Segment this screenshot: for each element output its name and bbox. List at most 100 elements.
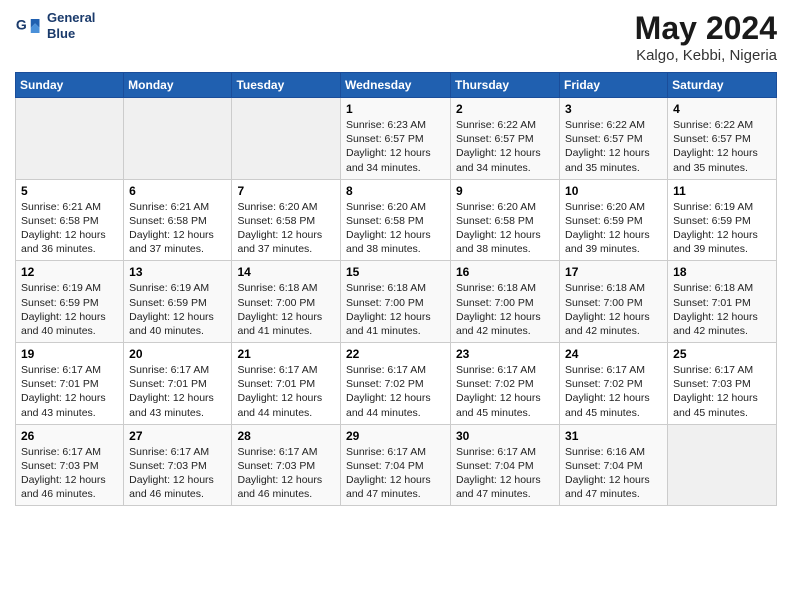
day-info: Sunrise: 6:17 AM Sunset: 7:01 PM Dayligh… bbox=[237, 363, 335, 420]
calendar-cell: 26 Sunrise: 6:17 AM Sunset: 7:03 PM Dayli… bbox=[16, 424, 124, 506]
day-number: 14 bbox=[237, 265, 335, 279]
calendar-cell: 23 Sunrise: 6:17 AM Sunset: 7:02 PM Dayli… bbox=[451, 343, 560, 425]
calendar-cell: 19Sunrise: 6:17 AM Sunset: 7:01 PM Dayli… bbox=[16, 343, 124, 425]
calendar-cell: 6 Sunrise: 6:21 AM Sunset: 6:58 PM Daylig… bbox=[124, 179, 232, 261]
calendar-week-3: 12 Sunrise: 6:19 AM Sunset: 6:59 PM Dayli… bbox=[16, 261, 777, 343]
day-number: 1 bbox=[346, 102, 445, 116]
day-number: 11 bbox=[673, 184, 771, 198]
calendar-cell: 2 Sunrise: 6:22 AM Sunset: 6:57 PM Daylig… bbox=[451, 98, 560, 180]
calendar-week-4: 19 Sunrise: 6:17 AM Sunset: 7:01 PM Dayli… bbox=[16, 343, 777, 425]
day-number: 3 bbox=[565, 102, 662, 116]
day-info: Sunrise: 6:17 AM Sunset: 7:02 PM Dayligh… bbox=[565, 363, 662, 420]
calendar-cell: 13 Sunrise: 6:19 AM Sunset: 6:59 PM Dayli… bbox=[124, 261, 232, 343]
calendar-cell: 18Sunrise: 6:18 AM Sunset: 7:01 PM Dayli… bbox=[668, 261, 777, 343]
location-title: Kalgo, Kebbi, Nigeria bbox=[635, 47, 777, 64]
day-number: 20 bbox=[129, 347, 226, 361]
day-info: Sunrise: 6:21 AM Sunset: 6:58 PM Dayligh… bbox=[129, 200, 226, 257]
calendar-cell: 9 Sunrise: 6:20 AM Sunset: 6:58 PM Daylig… bbox=[451, 179, 560, 261]
calendar-week-2: 5 Sunrise: 6:21 AM Sunset: 6:58 PM Daylig… bbox=[16, 179, 777, 261]
day-info: Sunrise: 6:19 AM Sunset: 6:59 PM Dayligh… bbox=[129, 281, 226, 338]
day-number: 7 bbox=[237, 184, 335, 198]
day-info: Sunrise: 6:17 AM Sunset: 7:03 PM Dayligh… bbox=[673, 363, 771, 420]
calendar-cell: 28 Sunrise: 6:17 AM Sunset: 7:03 PM Dayli… bbox=[232, 424, 341, 506]
day-info: Sunrise: 6:18 AM Sunset: 7:00 PM Dayligh… bbox=[456, 281, 554, 338]
calendar-cell: 12Sunrise: 6:19 AM Sunset: 6:59 PM Dayli… bbox=[16, 261, 124, 343]
calendar-cell: 14 Sunrise: 6:18 AM Sunset: 7:00 PM Dayli… bbox=[232, 261, 341, 343]
day-number: 9 bbox=[456, 184, 554, 198]
day-info: Sunrise: 6:17 AM Sunset: 7:02 PM Dayligh… bbox=[346, 363, 445, 420]
calendar-table: SundayMondayTuesdayWednesdayThursdayFrid… bbox=[15, 72, 777, 506]
calendar-cell: 21 Sunrise: 6:17 AM Sunset: 7:01 PM Dayli… bbox=[232, 343, 341, 425]
day-number: 29 bbox=[346, 429, 445, 443]
calendar-cell: 31 Sunrise: 6:16 AM Sunset: 7:04 PM Dayli… bbox=[560, 424, 668, 506]
day-number: 4 bbox=[673, 102, 771, 116]
weekday-header-tuesday: Tuesday bbox=[232, 73, 341, 98]
calendar-cell bbox=[232, 98, 341, 180]
calendar-cell: 22Sunrise: 6:17 AM Sunset: 7:02 PM Dayli… bbox=[341, 343, 451, 425]
calendar-cell: 16 Sunrise: 6:18 AM Sunset: 7:00 PM Dayli… bbox=[451, 261, 560, 343]
day-number: 21 bbox=[237, 347, 335, 361]
weekday-header-row: SundayMondayTuesdayWednesdayThursdayFrid… bbox=[16, 73, 777, 98]
day-info: Sunrise: 6:17 AM Sunset: 7:02 PM Dayligh… bbox=[456, 363, 554, 420]
day-number: 19 bbox=[21, 347, 118, 361]
day-number: 10 bbox=[565, 184, 662, 198]
day-info: Sunrise: 6:17 AM Sunset: 7:04 PM Dayligh… bbox=[456, 445, 554, 502]
day-number: 31 bbox=[565, 429, 662, 443]
day-number: 26 bbox=[21, 429, 118, 443]
title-block: May 2024 Kalgo, Kebbi, Nigeria bbox=[635, 10, 777, 64]
day-info: Sunrise: 6:18 AM Sunset: 7:00 PM Dayligh… bbox=[346, 281, 445, 338]
calendar-cell bbox=[668, 424, 777, 506]
day-info: Sunrise: 6:23 AM Sunset: 6:57 PM Dayligh… bbox=[346, 118, 445, 175]
day-number: 16 bbox=[456, 265, 554, 279]
day-info: Sunrise: 6:17 AM Sunset: 7:03 PM Dayligh… bbox=[129, 445, 226, 502]
day-number: 25 bbox=[673, 347, 771, 361]
weekday-header-saturday: Saturday bbox=[668, 73, 777, 98]
day-info: Sunrise: 6:21 AM Sunset: 6:58 PM Dayligh… bbox=[21, 200, 118, 257]
weekday-header-thursday: Thursday bbox=[451, 73, 560, 98]
day-number: 8 bbox=[346, 184, 445, 198]
day-info: Sunrise: 6:20 AM Sunset: 6:59 PM Dayligh… bbox=[565, 200, 662, 257]
day-info: Sunrise: 6:17 AM Sunset: 7:03 PM Dayligh… bbox=[21, 445, 118, 502]
logo-text: General Blue bbox=[47, 10, 95, 41]
page-header: G General Blue May 2024 Kalgo, Kebbi, Ni… bbox=[15, 10, 777, 64]
day-info: Sunrise: 6:22 AM Sunset: 6:57 PM Dayligh… bbox=[673, 118, 771, 175]
day-number: 6 bbox=[129, 184, 226, 198]
day-info: Sunrise: 6:22 AM Sunset: 6:57 PM Dayligh… bbox=[456, 118, 554, 175]
calendar-cell: 27 Sunrise: 6:17 AM Sunset: 7:03 PM Dayli… bbox=[124, 424, 232, 506]
day-info: Sunrise: 6:17 AM Sunset: 7:01 PM Dayligh… bbox=[129, 363, 226, 420]
calendar-cell: 3Sunrise: 6:22 AM Sunset: 6:57 PM Daylig… bbox=[560, 98, 668, 180]
day-number: 28 bbox=[237, 429, 335, 443]
calendar-cell: 1 Sunrise: 6:23 AM Sunset: 6:57 PM Daylig… bbox=[341, 98, 451, 180]
day-number: 23 bbox=[456, 347, 554, 361]
day-info: Sunrise: 6:17 AM Sunset: 7:04 PM Dayligh… bbox=[346, 445, 445, 502]
calendar-cell: 5 Sunrise: 6:21 AM Sunset: 6:58 PM Daylig… bbox=[16, 179, 124, 261]
day-number: 5 bbox=[21, 184, 118, 198]
logo: G General Blue bbox=[15, 10, 95, 41]
day-info: Sunrise: 6:19 AM Sunset: 6:59 PM Dayligh… bbox=[673, 200, 771, 257]
calendar-week-1: 1 Sunrise: 6:23 AM Sunset: 6:57 PM Daylig… bbox=[16, 98, 777, 180]
calendar-cell: 30Sunrise: 6:17 AM Sunset: 7:04 PM Dayli… bbox=[451, 424, 560, 506]
weekday-header-monday: Monday bbox=[124, 73, 232, 98]
day-number: 17 bbox=[565, 265, 662, 279]
day-info: Sunrise: 6:20 AM Sunset: 6:58 PM Dayligh… bbox=[237, 200, 335, 257]
day-number: 12 bbox=[21, 265, 118, 279]
day-info: Sunrise: 6:17 AM Sunset: 7:03 PM Dayligh… bbox=[237, 445, 335, 502]
day-info: Sunrise: 6:18 AM Sunset: 7:00 PM Dayligh… bbox=[237, 281, 335, 338]
calendar-cell bbox=[124, 98, 232, 180]
day-number: 2 bbox=[456, 102, 554, 116]
day-info: Sunrise: 6:20 AM Sunset: 6:58 PM Dayligh… bbox=[456, 200, 554, 257]
calendar-cell: 29 Sunrise: 6:17 AM Sunset: 7:04 PM Dayli… bbox=[341, 424, 451, 506]
day-info: Sunrise: 6:18 AM Sunset: 7:01 PM Dayligh… bbox=[673, 281, 771, 338]
calendar-cell: 11 Sunrise: 6:19 AM Sunset: 6:59 PM Dayli… bbox=[668, 179, 777, 261]
month-title: May 2024 bbox=[635, 10, 777, 47]
calendar-cell: 8Sunrise: 6:20 AM Sunset: 6:58 PM Daylig… bbox=[341, 179, 451, 261]
day-number: 13 bbox=[129, 265, 226, 279]
day-number: 24 bbox=[565, 347, 662, 361]
svg-text:G: G bbox=[16, 16, 27, 32]
day-info: Sunrise: 6:16 AM Sunset: 7:04 PM Dayligh… bbox=[565, 445, 662, 502]
day-number: 27 bbox=[129, 429, 226, 443]
weekday-header-friday: Friday bbox=[560, 73, 668, 98]
calendar-cell bbox=[16, 98, 124, 180]
calendar-cell: 4 Sunrise: 6:22 AM Sunset: 6:57 PM Daylig… bbox=[668, 98, 777, 180]
day-number: 15 bbox=[346, 265, 445, 279]
